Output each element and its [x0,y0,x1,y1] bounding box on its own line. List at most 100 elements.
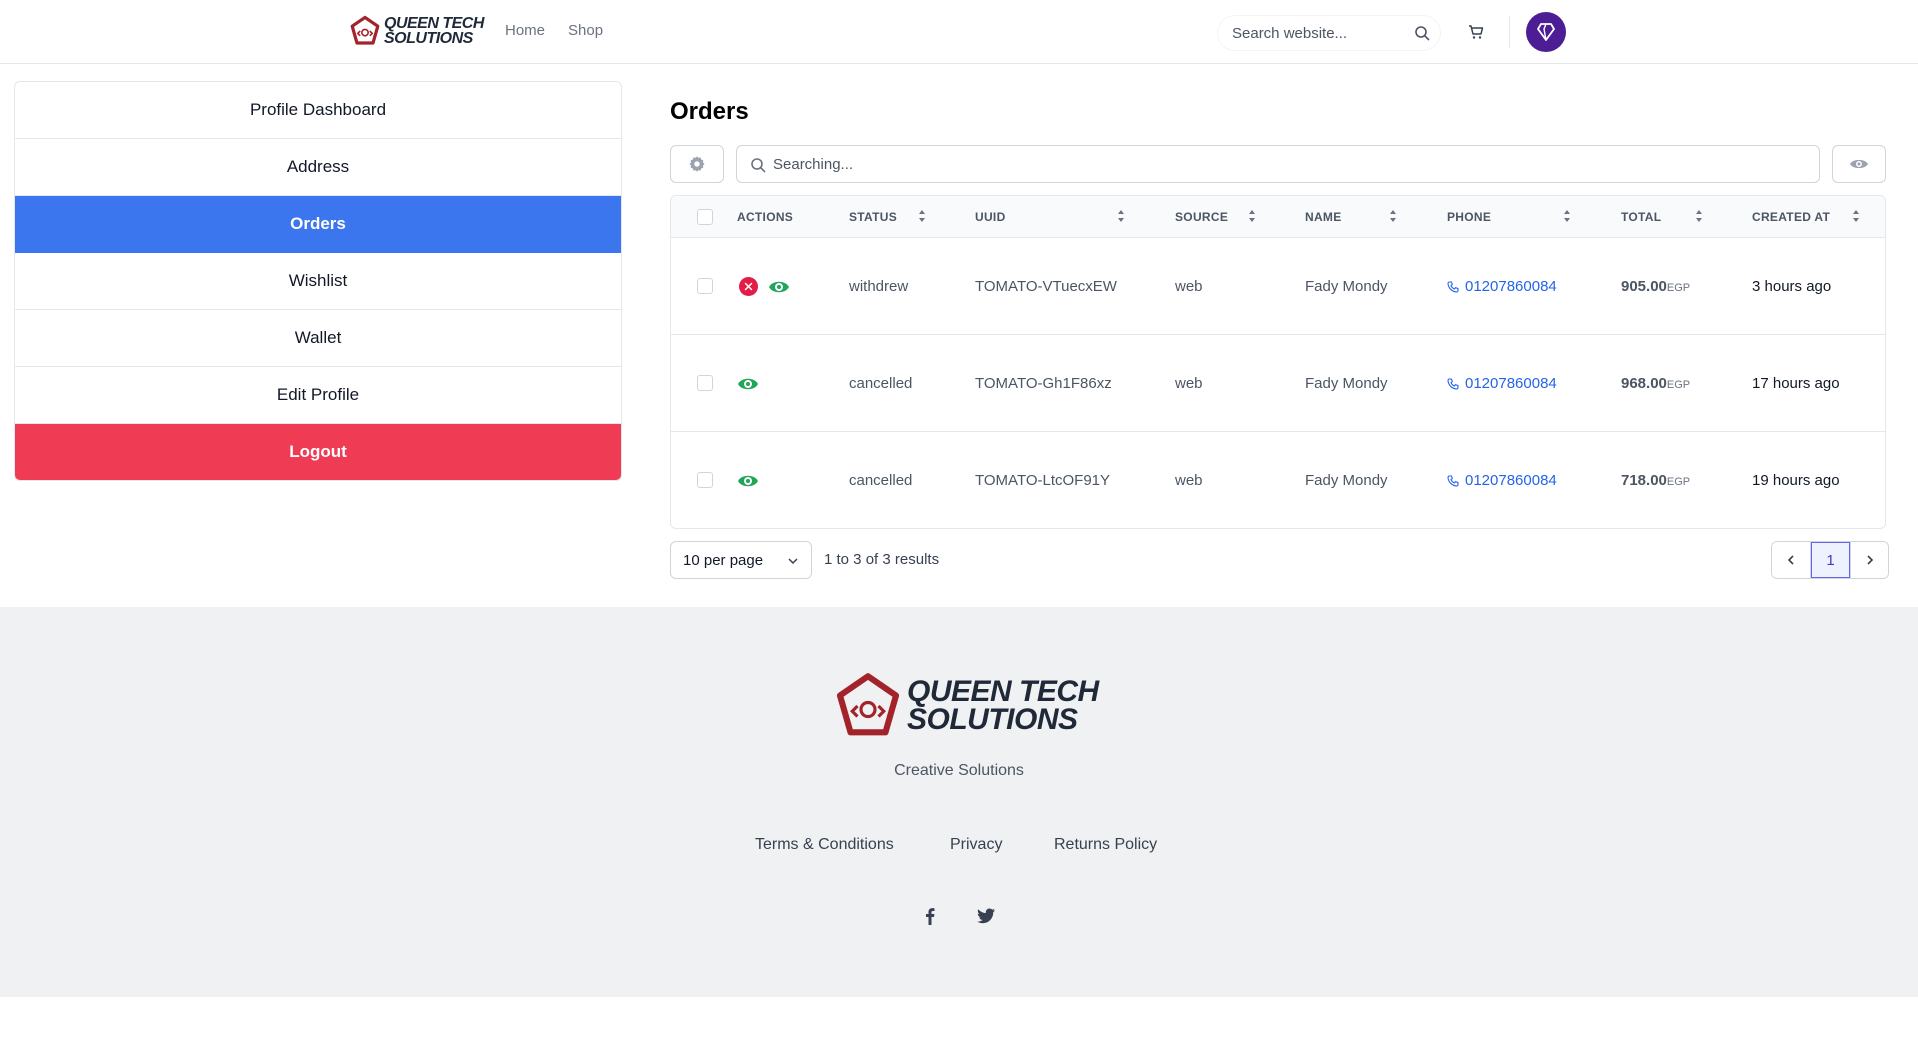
privacy-link[interactable]: Privacy [950,836,1002,854]
order-status: cancelled [849,375,913,392]
sidebar-item-edit-profile[interactable]: Edit Profile [15,367,621,424]
phone-number: 01207860084 [1465,278,1557,295]
brand-logo[interactable]: QUEEN TECH SOLUTIONS [349,14,484,48]
phone-number: 01207860084 [1465,375,1557,392]
customer-name: Fady Mondy [1305,375,1388,392]
chevron-left-icon [1787,555,1794,565]
view-order-eye-icon[interactable] [768,278,790,296]
table-search-input[interactable] [773,155,1773,173]
order-total: 968.00EGP [1621,375,1690,392]
cancel-order-button[interactable] [739,277,758,296]
view-order-eye-icon[interactable] [737,472,759,490]
sort-icon[interactable] [1563,209,1571,223]
prev-page-button[interactable] [1772,542,1810,578]
top-header: QUEEN TECH SOLUTIONS Home Shop [0,0,1918,64]
sidebar-item-profile-dashboard[interactable]: Profile Dashboard [15,82,621,139]
table-settings-button[interactable] [670,145,724,183]
search-icon[interactable] [1414,25,1430,41]
row-checkbox[interactable] [697,472,713,488]
per-page-value: 10 per page [683,551,764,569]
order-status: withdrew [849,278,909,295]
phone-icon [1447,280,1459,293]
column-header-phone[interactable]: PHONE [1447,210,1491,224]
table-row: cancelled TOMATO-LtcOF91Y web Fady Mondy… [671,432,1885,528]
brand-line-1: QUEEN TECH [907,675,1099,708]
close-icon [744,282,753,291]
sidebar-item-address[interactable]: Address [15,139,621,196]
sidebar-item-wallet[interactable]: Wallet [15,310,621,367]
row-checkbox[interactable] [697,375,713,391]
facebook-icon[interactable] [919,905,941,927]
order-total: 718.00EGP [1621,472,1690,489]
toggle-columns-button[interactable] [1832,145,1886,183]
site-search-input[interactable] [1218,24,1398,42]
diamond-icon [1537,23,1555,41]
terms-link[interactable]: Terms & Conditions [755,836,894,854]
column-header-uuid[interactable]: UUID [975,210,1006,224]
brand-logo-icon [836,673,900,736]
user-avatar[interactable] [1526,12,1566,52]
column-header-created-at[interactable]: CREATED AT [1752,210,1830,224]
returns-policy-link[interactable]: Returns Policy [1054,836,1157,854]
footer-tagline: Creative Solutions [894,762,1024,779]
phone-link[interactable]: 01207860084 [1447,375,1557,392]
sort-icon[interactable] [1852,209,1860,223]
order-uuid: TOMATO-Gh1F86xz [975,375,1112,392]
sort-icon[interactable] [918,209,926,223]
view-order-eye-icon[interactable] [737,375,759,393]
order-uuid: TOMATO-VTuecxEW [975,278,1117,295]
sort-icon[interactable] [1695,209,1703,223]
sort-icon[interactable] [1389,209,1397,223]
order-source: web [1175,472,1203,489]
order-status: cancelled [849,472,913,489]
row-checkbox[interactable] [697,278,713,294]
brand-line-2: SOLUTIONS [907,703,1078,736]
site-footer: QUEEN TECH SOLUTIONS Creative Solutions … [0,607,1918,997]
results-count: 1 to 3 of 3 results [824,551,940,568]
column-header-status[interactable]: STATUS [849,210,897,224]
total-amount: 905.00 [1621,278,1667,295]
logout-button[interactable]: Logout [15,424,621,480]
currency: EGP [1666,379,1691,391]
sidebar-item-wishlist[interactable]: Wishlist [15,253,621,310]
brand-line-1: QUEEN TECH [384,15,484,32]
page-1-button[interactable]: 1 [1810,542,1850,578]
phone-icon [1447,377,1459,390]
customer-name: Fady Mondy [1305,472,1388,489]
created-at: 3 hours ago [1752,278,1832,295]
brand-line-2: SOLUTIONS [384,30,473,47]
phone-link[interactable]: 01207860084 [1447,278,1557,295]
customer-name: Fady Mondy [1305,278,1388,295]
per-page-select[interactable]: 10 per page [670,541,812,579]
cart-icon[interactable] [1466,22,1486,42]
page-title: Orders [670,98,749,125]
pagination: 1 [1771,541,1889,579]
column-header-actions: ACTIONS [737,210,794,224]
table-row: withdrew TOMATO-VTuecxEW web Fady Mondy … [671,238,1885,335]
header-divider [1509,16,1510,48]
phone-number: 01207860084 [1465,472,1557,489]
twitter-icon[interactable] [975,905,997,927]
currency: EGP [1666,476,1691,488]
created-at: 19 hours ago [1752,472,1840,489]
table-row: cancelled TOMATO-Gh1F86xz web Fady Mondy… [671,335,1885,432]
next-page-button[interactable] [1850,542,1888,578]
phone-link[interactable]: 01207860084 [1447,472,1557,489]
phone-icon [1447,474,1459,487]
sidebar-item-orders[interactable]: Orders [15,196,621,253]
created-at: 17 hours ago [1752,375,1840,392]
column-header-name[interactable]: NAME [1305,210,1342,224]
sort-icon[interactable] [1117,209,1125,223]
order-total: 905.00EGP [1621,278,1690,295]
sort-icon[interactable] [1248,209,1256,223]
search-icon [751,158,766,173]
currency: EGP [1666,282,1691,294]
brand-logo-icon [350,15,380,45]
select-all-checkbox[interactable] [697,209,713,225]
nav-home-link[interactable]: Home [505,22,545,39]
table-header: ACTIONS STATUS UUID SOURCE NAME PHONE TO… [671,196,1885,238]
total-amount: 718.00 [1621,472,1667,489]
column-header-source[interactable]: SOURCE [1175,210,1228,224]
nav-shop-link[interactable]: Shop [568,22,603,39]
column-header-total[interactable]: TOTAL [1621,210,1661,224]
